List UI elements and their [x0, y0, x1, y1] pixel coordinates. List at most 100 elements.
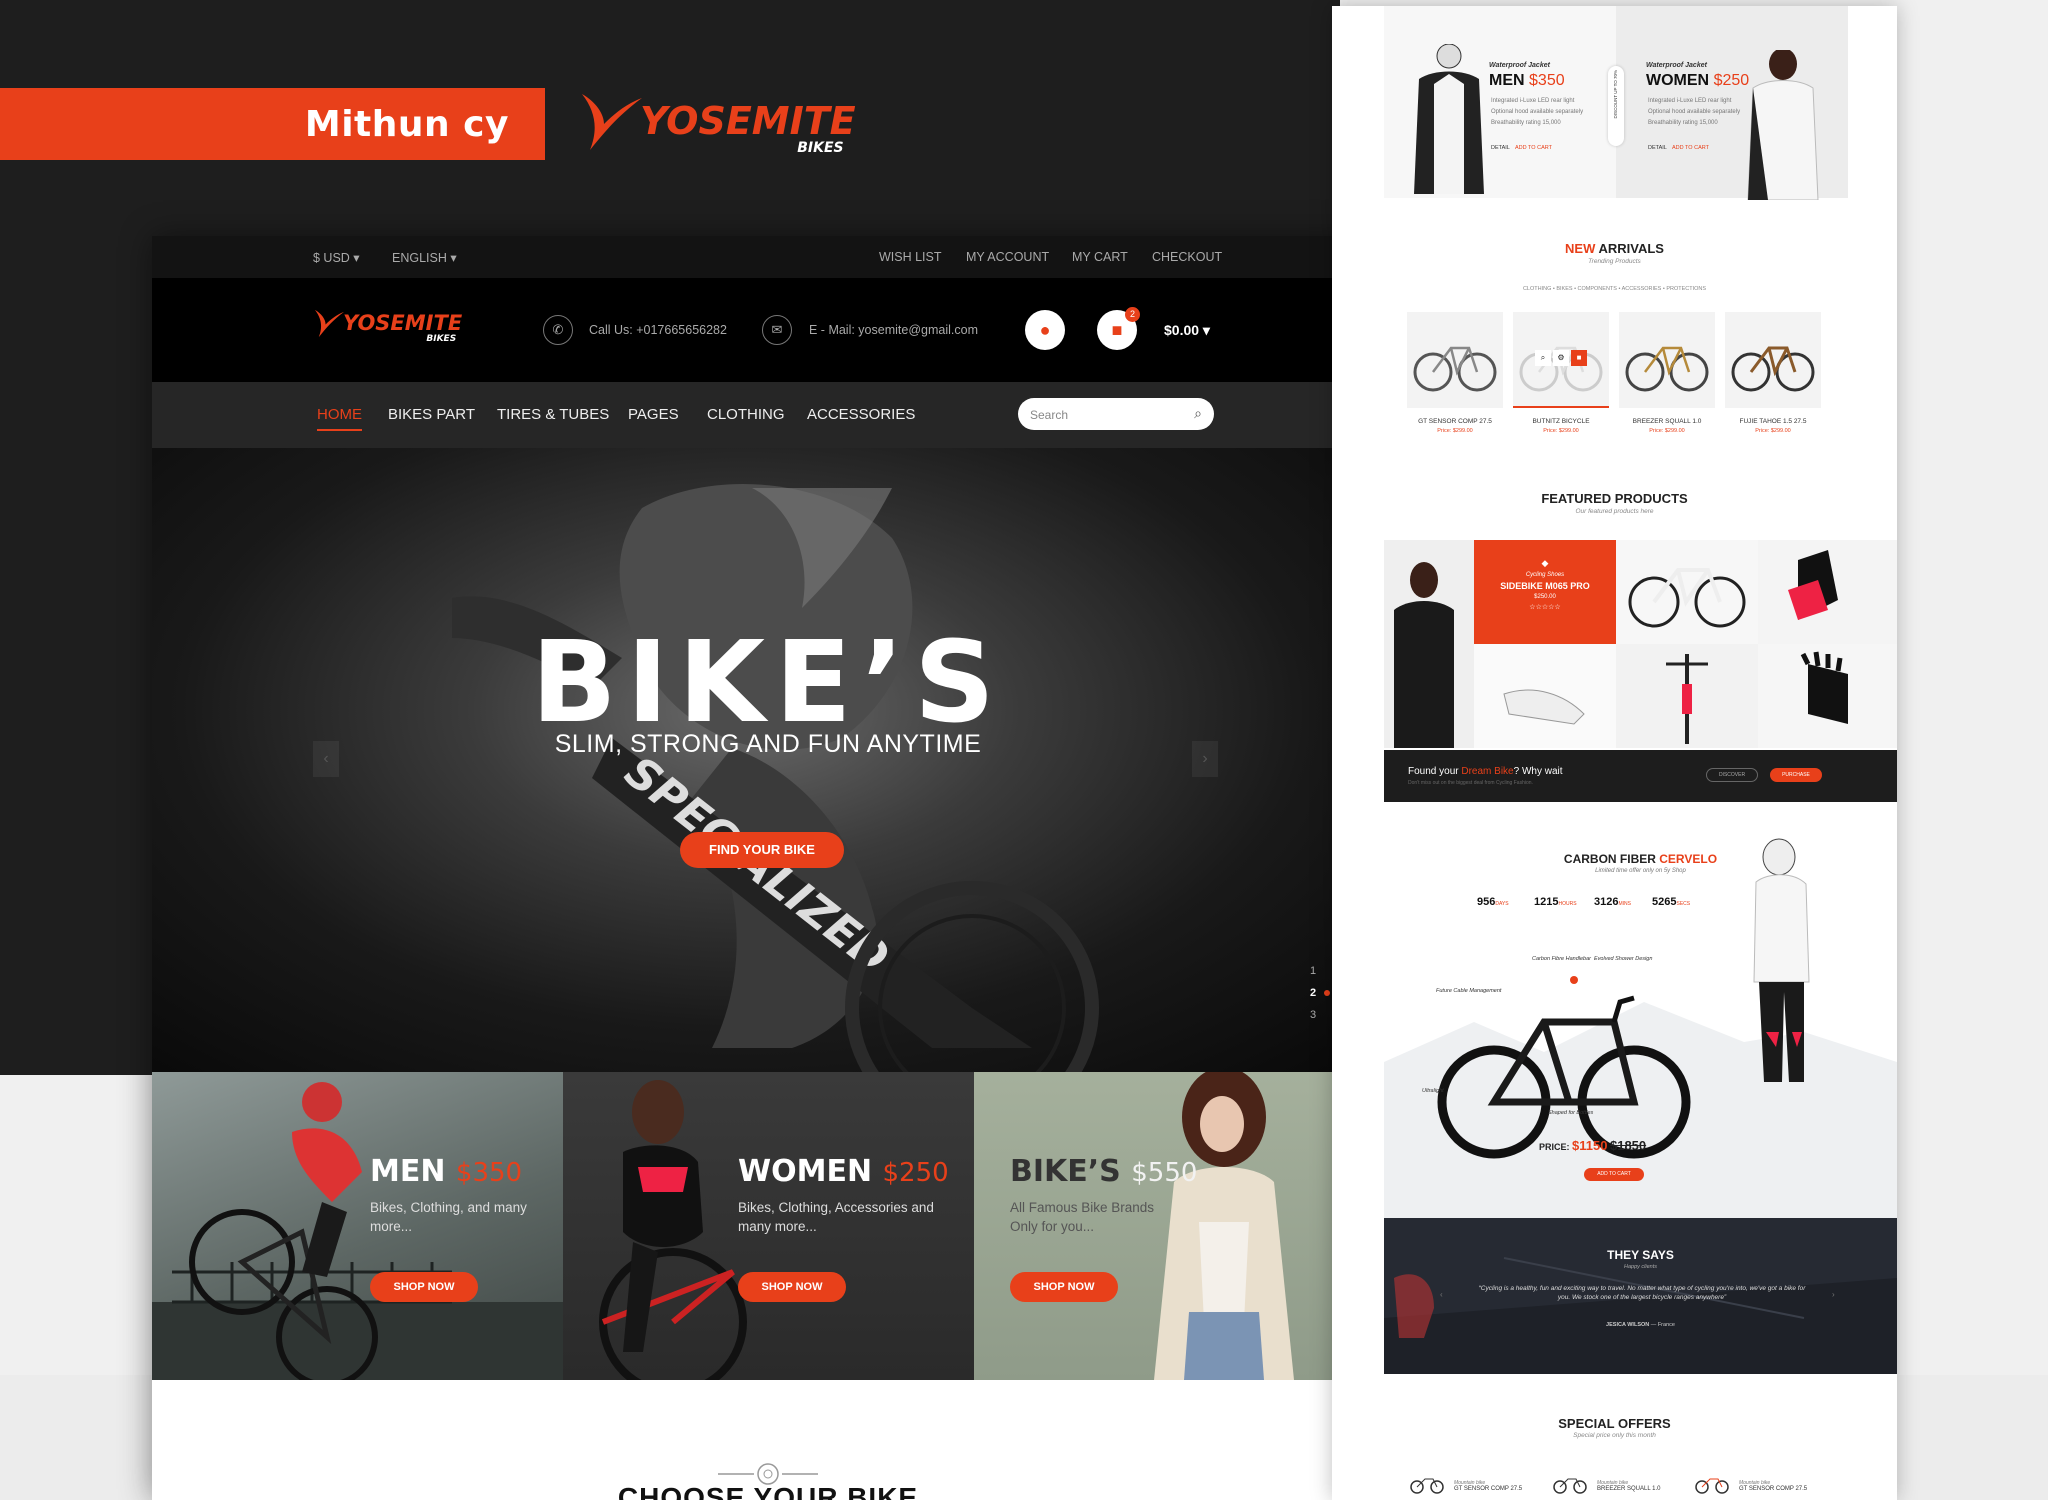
- find-your-bike-button[interactable]: FIND YOUR BIKE: [680, 832, 844, 868]
- bicycle-image: [1625, 346, 1709, 392]
- men-jacket-detail-link[interactable]: DETAIL: [1491, 145, 1510, 151]
- special-offer-1[interactable]: Mountain bike GT SENSOR COMP 27.5: [1454, 1480, 1522, 1492]
- choose-title: CHOOSE YOUR BIKE: [617, 1482, 919, 1500]
- language-selector[interactable]: ENGLISH ▾: [392, 250, 457, 265]
- says-author: JESICA WILSON: [1606, 1322, 1650, 1328]
- nav-pages[interactable]: PAGES: [628, 406, 679, 423]
- featured-sub: Our featured products here: [1575, 508, 1654, 515]
- callout-handlebar: Carbon Fibre Handlebar: [1532, 956, 1592, 962]
- slider-next-arrow[interactable]: ›: [1192, 741, 1218, 777]
- header-logo[interactable]: YOSEMITE BIKES: [312, 304, 462, 344]
- special-offers-sub: Special price only this month: [1573, 1432, 1656, 1439]
- slide-dot-1[interactable]: 1: [1310, 965, 1316, 977]
- wishlist-link[interactable]: WISH LIST: [879, 250, 942, 264]
- featured-tile-glove-2[interactable]: [1758, 644, 1897, 748]
- featured-card-label: Cycling Shoes: [1525, 572, 1565, 578]
- says-next-arrow[interactable]: ›: [1832, 1290, 1835, 1299]
- quick-view-icon[interactable]: ⌕: [1535, 350, 1551, 366]
- mins-unit: MINS: [1618, 901, 1631, 907]
- featured-tile-shoe[interactable]: [1474, 644, 1616, 748]
- nav-bikes-part[interactable]: BIKES PART: [388, 406, 475, 423]
- main-nav: HOME BIKES PART TIRES & TUBES PAGES CLOT…: [152, 382, 1384, 448]
- carbon-add-to-cart-button[interactable]: ADD TO CART: [1584, 1168, 1644, 1181]
- featured-tile-bike-front[interactable]: [1616, 644, 1758, 748]
- slider-prev-arrow[interactable]: ‹: [313, 741, 339, 777]
- promo-bikes-name: BIKE’S: [1010, 1154, 1121, 1189]
- shop-now-women-button[interactable]: SHOP NOW: [738, 1272, 846, 1302]
- purchase-button[interactable]: PURCHASE: [1770, 768, 1822, 782]
- my-account-link[interactable]: MY ACCOUNT: [966, 250, 1049, 264]
- arrival-product-3-name: BREEZER SQUALL 1.0: [1632, 418, 1702, 425]
- mins-value: 3126: [1594, 896, 1619, 908]
- new-arrivals-filters[interactable]: CLOTHING • BIKES • COMPONENTS • ACCESSOR…: [1332, 286, 1897, 292]
- days-value: 956: [1477, 896, 1496, 908]
- shoe-icon: ◆: [1541, 558, 1549, 568]
- men-jacket-add-to-cart[interactable]: ADD TO CART: [1515, 145, 1552, 151]
- featured-card-highlight[interactable]: ◆ Cycling Shoes SIDEBIKE M065 PRO $250.0…: [1474, 540, 1616, 644]
- cycling-shoe-image: [1503, 689, 1585, 725]
- special-offer-3[interactable]: Mountain bike GT SENSOR COMP 27.5: [1739, 1480, 1807, 1492]
- slide-dot-3[interactable]: 3: [1310, 1009, 1316, 1021]
- active-slide-indicator: [1324, 990, 1330, 996]
- men-jacket-feature-1: Integrated i-Luxe LED rear light: [1491, 98, 1575, 104]
- promo-bikes: BIKE’S $550 All Famous Bike Brands Only …: [974, 1072, 1384, 1380]
- glove-image: [1788, 550, 1838, 620]
- dream-bike-bar: Found your Dream Bike? Why wait Don't mi…: [1384, 750, 1897, 802]
- account-button[interactable]: ●: [1025, 310, 1065, 350]
- brand-swoosh-icon: [582, 94, 642, 150]
- arrival-product-4[interactable]: [1725, 312, 1821, 408]
- new-arrivals-title: NEW ARRIVALS: [1332, 241, 1897, 256]
- special-offer-1-name: GT SENSOR COMP 27.5: [1454, 1486, 1523, 1492]
- bicycle-image: [1695, 1478, 1729, 1494]
- women-jacket-add-to-cart[interactable]: ADD TO CART: [1672, 145, 1709, 151]
- author-name: Mithun cy: [304, 103, 509, 145]
- featured-card-name: SIDEBIKE M065 PRO: [1500, 581, 1590, 591]
- promo-women-desc: Bikes, Clothing, Accessories and many mo…: [738, 1200, 934, 1234]
- new-arrivals-word: NEW: [1565, 241, 1599, 256]
- nav-home[interactable]: HOME: [317, 406, 362, 431]
- nav-tires-tubes[interactable]: TIRES & TUBES: [497, 406, 609, 423]
- hours-value: 1215: [1534, 896, 1559, 908]
- featured-tile-bike[interactable]: [1616, 540, 1758, 644]
- add-to-cart-icon[interactable]: ■: [1571, 350, 1587, 366]
- women-jacket-feature-2: Optional hood available separately: [1648, 109, 1741, 115]
- bicycle-image: [1410, 1478, 1444, 1494]
- arrival-product-3-price: Price: $299.00: [1649, 428, 1685, 434]
- cart-total[interactable]: $0.00 ▾: [1164, 322, 1210, 339]
- women-jacket-detail-link[interactable]: DETAIL: [1648, 145, 1667, 151]
- women-jacket-feature-1: Integrated i-Luxe LED rear light: [1648, 98, 1732, 104]
- women-jacket-name: WOMEN: [1646, 72, 1710, 89]
- language-label: ENGLISH: [392, 251, 447, 265]
- callout-cable: Future Cable Management: [1436, 988, 1502, 994]
- says-sub: Happy clients: [1623, 1264, 1658, 1270]
- shop-now-bikes-button[interactable]: SHOP NOW: [1010, 1272, 1118, 1302]
- brand-logo: YOSEMITE BIKES: [576, 90, 856, 156]
- discount-text: DISCOUNT UP TO 70%: [1613, 70, 1618, 119]
- arrival-product-1-price: Price: $299.00: [1437, 428, 1473, 434]
- slide-dot-2[interactable]: 2: [1310, 987, 1316, 999]
- says-prev-arrow[interactable]: ‹: [1440, 1290, 1443, 1299]
- special-offer-2[interactable]: Mountain bike BREEZER SQUALL 1.0: [1597, 1480, 1660, 1492]
- nav-clothing[interactable]: CLOTHING: [707, 406, 785, 423]
- arrival-product-3[interactable]: [1619, 312, 1715, 408]
- featured-tile-woman[interactable]: [1384, 540, 1474, 748]
- featured-tile-glove[interactable]: [1758, 540, 1897, 644]
- chevron-down-icon: ▾: [1199, 322, 1210, 338]
- carbon-title-text: CARBON FIBER: [1563, 852, 1656, 866]
- promo-women-price: $250: [882, 1158, 949, 1188]
- arrival-product-2[interactable]: ⌕ ⚙ ■: [1513, 312, 1609, 408]
- discover-button[interactable]: DISCOVER: [1706, 768, 1758, 782]
- shop-now-men-button[interactable]: SHOP NOW: [370, 1272, 478, 1302]
- my-cart-link[interactable]: MY CART: [1072, 250, 1128, 264]
- email-text: E - Mail: yosemite@gmail.com: [809, 323, 978, 337]
- nav-accessories[interactable]: ACCESSORIES: [807, 406, 915, 423]
- featured-title: FEATURED PRODUCTS: [1541, 491, 1688, 506]
- compare-icon[interactable]: ⚙: [1553, 350, 1569, 366]
- search-input[interactable]: Search ⌕: [1018, 398, 1214, 430]
- women-jacket-label: Waterproof Jacket: [1646, 62, 1707, 69]
- arrival-product-1[interactable]: [1407, 312, 1503, 408]
- checkout-link[interactable]: CHECKOUT: [1152, 250, 1222, 264]
- currency-selector[interactable]: $ USD ▾: [313, 250, 360, 265]
- search-icon[interactable]: ⌕: [1194, 405, 1202, 422]
- days-unit: DAYS: [1495, 901, 1509, 907]
